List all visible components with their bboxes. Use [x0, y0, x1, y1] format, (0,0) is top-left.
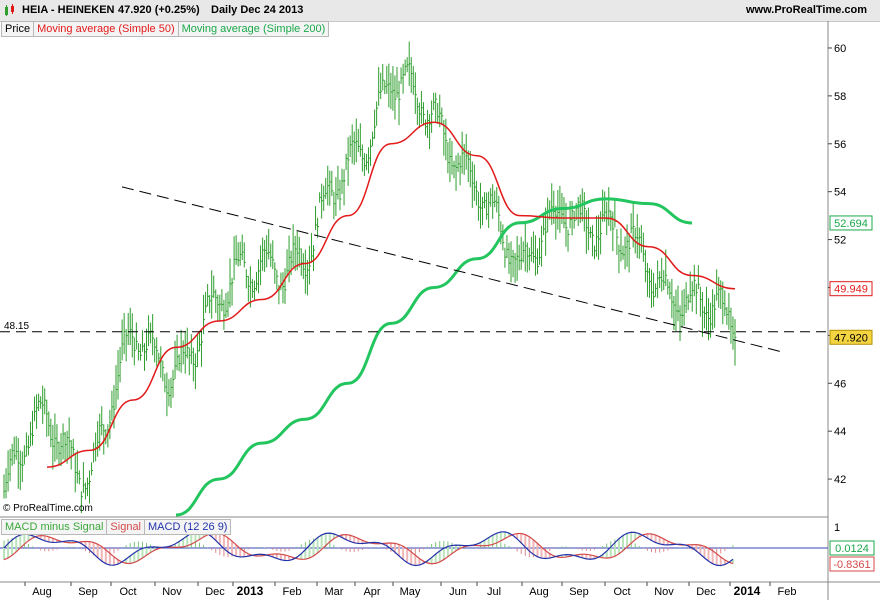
macd-legend: MACD minus Signal Signal MACD (12 26 9) [1, 519, 232, 535]
x-tick-label: Feb [283, 586, 302, 598]
x-tick-label: 2014 [734, 584, 761, 598]
value-label-text: -0.8361 [833, 559, 870, 571]
price-bars [3, 41, 737, 513]
sma50-value-label: 49.949 [829, 281, 873, 297]
trendline [121, 186, 784, 353]
x-tick-label: Dec [696, 586, 716, 598]
x-tick-label: Oct [119, 586, 136, 598]
sma200-value-label: 52.694 [829, 215, 873, 231]
macd-signal-value-label: -0.8361 [829, 556, 875, 572]
legend-macd-line[interactable]: MACD (12 26 9) [145, 520, 230, 534]
price-value-label: 47.920 [829, 329, 873, 345]
legend-macd-hist[interactable]: MACD minus Signal [2, 520, 108, 534]
x-tick-label: Nov [654, 586, 674, 598]
x-tick-label: Nov [162, 586, 182, 598]
y-tick-label: 58 [834, 91, 846, 103]
value-label-text: 0.0124 [835, 543, 869, 555]
x-tick-label: 2013 [237, 584, 264, 598]
y-tick-label: 42 [834, 474, 846, 486]
y-tick-label: 46 [834, 378, 846, 390]
macd-y-tick-label: 1 [834, 522, 840, 534]
x-tick-label: Oct [613, 586, 630, 598]
x-tick-label: Feb [778, 586, 797, 598]
x-tick-label: Apr [363, 586, 380, 598]
y-tick-label: 56 [834, 139, 846, 151]
macd-zero-value-label: 0.0124 [829, 540, 875, 556]
value-label-text: 49.949 [834, 284, 868, 296]
x-tick-label: Sep [569, 586, 589, 598]
legend-macd-signal[interactable]: Signal [107, 520, 145, 534]
x-tick-label: Jul [487, 586, 501, 598]
x-tick-label: May [400, 586, 421, 598]
y-tick-label: 60 [834, 43, 846, 55]
y-tick-label: 54 [834, 187, 846, 199]
x-tick-label: Sep [78, 586, 98, 598]
price-chart[interactable]: 42444648505254565860AugSepOctNovDec2013F… [0, 0, 880, 600]
y-tick-label: 52 [834, 235, 846, 247]
x-tick-label: Aug [32, 586, 52, 598]
sma200-line [175, 197, 693, 517]
value-label-text: 52.694 [834, 218, 868, 230]
x-tick-label: Dec [205, 586, 225, 598]
x-tick-label: Aug [529, 586, 549, 598]
copyright-label: © ProRealTime.com [3, 503, 93, 514]
sma50-line [46, 121, 736, 468]
support-label: 48.15 [4, 321, 29, 332]
x-tick-label: Mar [325, 586, 344, 598]
value-label-text: 47.920 [834, 332, 868, 344]
x-tick-label: Jun [449, 586, 467, 598]
y-tick-label: 44 [834, 426, 846, 438]
